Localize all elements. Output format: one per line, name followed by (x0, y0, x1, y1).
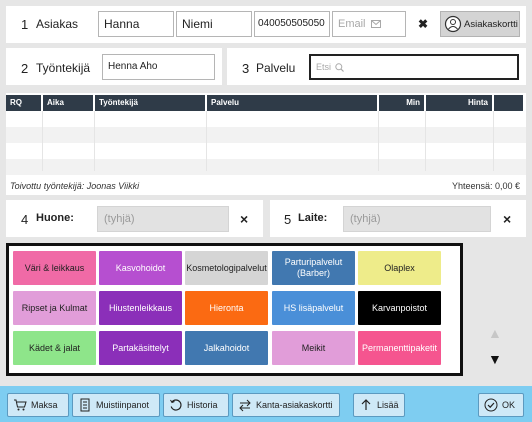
employee-label: Työntekijä (36, 61, 91, 75)
service-search-placeholder: Etsi (316, 62, 332, 72)
preferred-employee-text: Toivottu työntekijä: Joonas Viikki (10, 181, 140, 191)
service-category-button[interactable]: Partakäsittelyt (99, 331, 182, 365)
upload-icon (361, 399, 371, 410)
clear-room-button[interactable]: × (240, 211, 248, 227)
service-category-button[interactable]: Kasvohoidot (99, 251, 182, 285)
notes-label: Muistiinpanot (96, 400, 150, 410)
first-name-field[interactable]: Hanna (98, 11, 174, 37)
col-palvelu: Palvelu (207, 95, 377, 111)
service-category-button[interactable]: Meikit (272, 331, 355, 365)
service-category-button[interactable]: Väri & leikkaus (13, 251, 96, 285)
col-extra (494, 95, 523, 111)
room-section-number: 4 (21, 212, 29, 227)
column-divider (94, 111, 95, 171)
table-row[interactable] (6, 127, 526, 143)
total-text: Yhteensä: 0,00 € (451, 181, 520, 191)
table-header: RQ Aika Työntekijä Palvelu Min Hinta (6, 93, 526, 111)
phone-field[interactable]: 040050505050 (254, 11, 330, 37)
service-category-button[interactable]: HS lisäpalvelut (272, 291, 355, 325)
customer-section-number: 1 (21, 17, 29, 32)
col-tyontekija: Työntekijä (95, 95, 205, 111)
employee-field[interactable]: Henna Aho (102, 54, 215, 80)
service-category-button[interactable]: Kädet & jalat (13, 331, 96, 365)
last-name-field[interactable]: Niemi (176, 11, 252, 37)
service-category-button[interactable]: Karvanpoistot (358, 291, 441, 325)
email-field[interactable]: Email (332, 11, 406, 37)
envelope-icon (370, 20, 381, 29)
column-divider (378, 111, 379, 171)
more-button[interactable]: Lisää (353, 393, 405, 417)
swap-arrows-icon (239, 399, 251, 412)
device-field[interactable]: (tyhjä) (343, 206, 491, 232)
room-label: Huone: (36, 212, 74, 224)
loyalty-card-button[interactable]: Kanta-asiakaskortti (232, 393, 340, 417)
customer-label: Asiakas (36, 17, 79, 31)
scroll-down-button[interactable]: ▼ (488, 351, 502, 367)
search-icon (335, 62, 345, 72)
table-row[interactable] (6, 143, 526, 159)
service-label: Palvelu (256, 61, 296, 75)
email-placeholder: Email (338, 18, 366, 30)
clear-customer-button[interactable]: ✖ (418, 17, 428, 31)
grid-scroll-pane: ▲ ▼ (468, 243, 526, 380)
ok-button[interactable]: OK (478, 393, 524, 417)
cart-icon (14, 399, 27, 411)
column-divider (206, 111, 207, 171)
device-section-number: 5 (284, 212, 292, 227)
notes-button[interactable]: Muistiinpanot (72, 393, 160, 417)
column-divider (42, 111, 43, 171)
device-label: Laite: (298, 212, 328, 224)
service-category-grid: Väri & leikkaus Kasvohoidot Kosmetologip… (6, 243, 463, 376)
table-row[interactable] (6, 111, 526, 127)
more-label: Lisää (377, 400, 399, 410)
bottom-toolbar: Maksa Muistiinpanot Historia Kanta-asiak… (0, 386, 532, 422)
service-category-button[interactable]: Kosmetologipalvelut (185, 251, 268, 285)
notes-icon (80, 398, 90, 412)
col-hinta: Hinta (426, 95, 492, 111)
booking-table: RQ Aika Työntekijä Palvelu Min Hinta Toi… (6, 93, 526, 195)
table-row[interactable] (6, 159, 526, 175)
service-category-button[interactable]: Hieronta (185, 291, 268, 325)
service-category-button[interactable]: Ripset ja Kulmat (13, 291, 96, 325)
history-button[interactable]: Historia (163, 393, 229, 417)
employee-section-number: 2 (21, 61, 29, 76)
pay-button[interactable]: Maksa (7, 393, 69, 417)
loyalty-card-label: Kanta-asiakaskortti (256, 400, 333, 410)
scroll-up-button[interactable]: ▲ (488, 325, 502, 341)
service-search-input[interactable]: Etsi (309, 54, 519, 80)
column-divider (493, 111, 494, 171)
service-category-button[interactable]: Hiustenleikkaus (99, 291, 182, 325)
service-section-number: 3 (242, 61, 250, 76)
history-label: Historia (187, 400, 218, 410)
check-circle-icon (484, 398, 498, 412)
history-icon (170, 399, 182, 411)
clear-device-button[interactable]: × (503, 211, 511, 227)
column-divider (425, 111, 426, 171)
col-aika: Aika (43, 95, 93, 111)
room-field[interactable]: (tyhjä) (97, 206, 229, 232)
service-category-button[interactable]: Olaplex (358, 251, 441, 285)
col-rq: RQ (6, 95, 41, 111)
pay-label: Maksa (31, 400, 58, 410)
customer-card-label: Asiakaskortti (464, 18, 518, 30)
service-category-button[interactable]: Jalkahoidot (185, 331, 268, 365)
customer-card-icon (444, 15, 462, 33)
customer-card-button[interactable]: Asiakaskortti (440, 11, 520, 37)
ok-label: OK (502, 400, 516, 410)
service-category-button[interactable]: Permanenttipaketit (358, 331, 441, 365)
col-min: Min (379, 95, 424, 111)
service-category-button[interactable]: Parturipalvelut (Barber) (272, 251, 355, 285)
